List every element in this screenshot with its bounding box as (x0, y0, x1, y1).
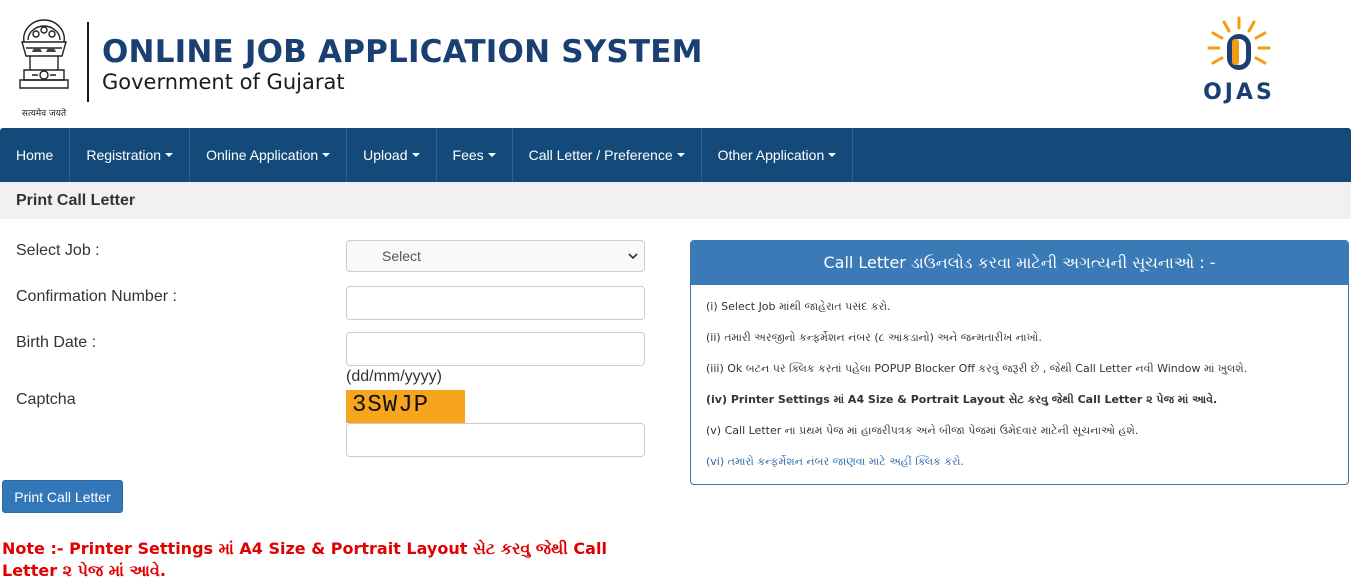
site-title: ONLINE JOB APPLICATION SYSTEM (102, 34, 703, 70)
state-emblem: सत्यमेव जयते (12, 12, 76, 119)
sun-logo-icon (1207, 16, 1271, 70)
nav-item-label: Registration (86, 147, 162, 163)
nav-item-registration[interactable]: Registration (70, 128, 191, 182)
caret-down-icon (322, 153, 331, 157)
nav-item-label: Fees (452, 147, 484, 163)
instruction-item: (v) Call Letter ના પ્રથમ પેજ માં હાજરીપત… (706, 424, 1139, 437)
instruction-item: (iii) Ok બટન પર ક્લિક કરતાં પહેલા POPUP … (706, 362, 1248, 375)
chevron-down-icon (628, 253, 638, 260)
instructions-title: Call Letter ડાઉનલોડ કરવા માટેની અગત્યની … (691, 241, 1348, 285)
nav-item-other-application[interactable]: Other Application (702, 128, 854, 182)
select-job-value: Select (382, 248, 421, 264)
nav-item-label: Online Application (206, 147, 319, 163)
caret-down-icon (828, 153, 837, 157)
captcha-label: Captcha (16, 391, 76, 408)
main-navbar: Home Registration Online Application Upl… (0, 128, 1351, 182)
birth-date-label: Birth Date : (16, 334, 97, 351)
captcha-input[interactable] (346, 423, 645, 457)
nav-item-upload[interactable]: Upload (347, 128, 437, 182)
printer-note: Note :- Printer Settings માં A4 Size & P… (2, 539, 607, 580)
nav-item-label: Upload (363, 147, 408, 163)
nav-item-label: Home (16, 147, 54, 163)
site-subtitle: Government of Gujarat (102, 70, 345, 94)
instruction-item: (ii) તમારી અરજીનો કન્ફર્મેશન નંબર (૮ આંક… (706, 331, 1042, 344)
caret-down-icon (411, 153, 420, 157)
lion-capital-icon (19, 19, 69, 89)
select-job-label: Select Job : (16, 242, 100, 259)
nav-item-home[interactable]: Home (0, 128, 71, 182)
nav-item-call-letter[interactable]: Call Letter / Preference (513, 128, 702, 182)
instructions-panel: Call Letter ડાઉનલોડ કરવા માટેની અગત્યની … (690, 240, 1349, 485)
select-job-dropdown[interactable]: Select (346, 240, 645, 272)
nav-item-label: Call Letter / Preference (528, 147, 673, 163)
nav-item-label: Other Application (717, 147, 825, 163)
nav-item-online-application[interactable]: Online Application (190, 128, 348, 182)
confirmation-lookup-link[interactable]: (vi) તમારો કન્ફર્મેશન નંબર જાણવા માટે અહ… (706, 454, 1348, 484)
captcha-image: 3SWJP (346, 390, 465, 423)
header-divider (87, 22, 89, 102)
nav-item-fees[interactable]: Fees (437, 128, 513, 182)
date-format-hint: (dd/mm/yyyy) (346, 368, 442, 385)
caret-down-icon (487, 153, 496, 157)
emblem-caption: सत्यमेव जयते (21, 109, 67, 119)
caret-down-icon (165, 153, 174, 157)
site-header: सत्यमेव जयते ONLINE JOB APPLICATION SYST… (0, 0, 1351, 128)
instructions-list: (i) Select Job માંથી જાહેરાત પસંદ કરો. (… (691, 285, 1348, 484)
birth-date-input[interactable] (346, 332, 645, 366)
print-call-letter-button[interactable]: Print Call Letter (2, 480, 123, 513)
confirmation-number-input[interactable] (346, 286, 645, 320)
ojas-logo-text: OJAS (1203, 80, 1275, 105)
instruction-item: (iv) Printer Settings માં A4 Size & Port… (706, 393, 1218, 406)
page-title: Print Call Letter (16, 192, 136, 209)
ojas-logo: OJAS (1196, 12, 1282, 112)
caret-down-icon (676, 153, 685, 157)
confirmation-number-label: Confirmation Number : (16, 288, 177, 305)
section-header: Print Call Letter (0, 182, 1351, 219)
instruction-item: (i) Select Job માંથી જાહેરાત પસંદ કરો. (706, 300, 891, 313)
